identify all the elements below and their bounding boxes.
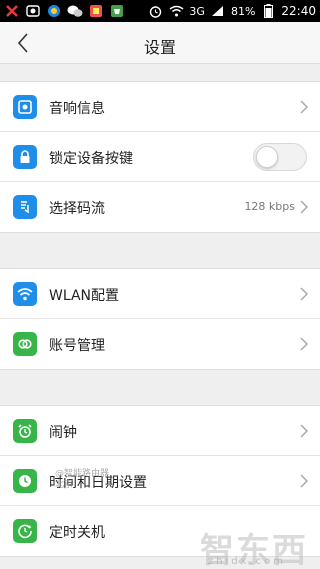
cross-app-icon <box>4 4 20 18</box>
wifi-icon <box>13 282 37 306</box>
lock-icon <box>13 145 37 169</box>
watermark-url: zhidx.com <box>207 556 286 567</box>
camera-app-icon <box>25 4 41 18</box>
settings-group-device: 音响信息 锁定设备按键 选择码流 128 kbps <box>0 81 320 233</box>
row-label: WLAN配置 <box>49 288 120 304</box>
wifi-status-icon <box>168 4 184 18</box>
setting-bitrate[interactable]: 选择码流 128 kbps <box>0 182 320 232</box>
row-label: 锁定设备按键 <box>49 151 133 167</box>
chevron-right-icon <box>300 200 309 214</box>
network-type: 3G <box>189 4 205 18</box>
status-bar: 3G 81% 22:40 <box>0 0 320 22</box>
lock-keys-toggle[interactable] <box>253 143 307 171</box>
row-label: 定时关机 <box>49 525 105 541</box>
chevron-right-icon <box>300 337 309 351</box>
setting-speaker-info[interactable]: 音响信息 <box>0 82 320 132</box>
chat-app-icon <box>67 4 83 18</box>
row-label: 音响信息 <box>49 101 105 117</box>
gallery-app-icon <box>88 4 104 18</box>
battery-icon <box>260 4 276 18</box>
row-label: 账号管理 <box>49 338 105 354</box>
chevron-right-icon <box>300 474 309 488</box>
speaker-info-icon <box>13 95 37 119</box>
chevron-right-icon <box>300 424 309 438</box>
setting-account[interactable]: 账号管理 <box>0 319 320 369</box>
page-title: 设置 <box>143 38 176 57</box>
setting-lock-keys: 锁定设备按键 <box>0 132 320 182</box>
timer-power-icon <box>13 519 37 543</box>
bitrate-value: 128 kbps <box>244 200 295 213</box>
title-bar: 设置 <box>0 22 320 64</box>
clock-time: 22:40 <box>281 4 316 18</box>
row-label: 闹钟 <box>49 425 77 441</box>
bitrate-icon <box>13 195 37 219</box>
shopping-app-icon <box>109 4 125 18</box>
battery-percent: 81% <box>230 4 256 18</box>
chevron-right-icon <box>300 287 309 301</box>
setting-wlan[interactable]: WLAN配置 <box>0 269 320 319</box>
settings-group-network: WLAN配置 账号管理 <box>0 268 320 370</box>
setting-alarm[interactable]: 闹钟 <box>0 406 320 456</box>
clock-icon <box>13 469 37 493</box>
toggle-knob <box>256 146 278 168</box>
signal-icon <box>210 4 226 18</box>
weather-app-icon <box>46 4 62 18</box>
account-icon <box>13 332 37 356</box>
overlay-caption: 北京 <box>55 480 74 490</box>
setting-date-time[interactable]: 时间和日期设置 <box>0 456 320 506</box>
row-label: 选择码流 <box>49 201 105 217</box>
alarm-status-icon <box>147 4 163 18</box>
chevron-right-icon <box>300 100 309 114</box>
alarm-icon <box>13 419 37 443</box>
